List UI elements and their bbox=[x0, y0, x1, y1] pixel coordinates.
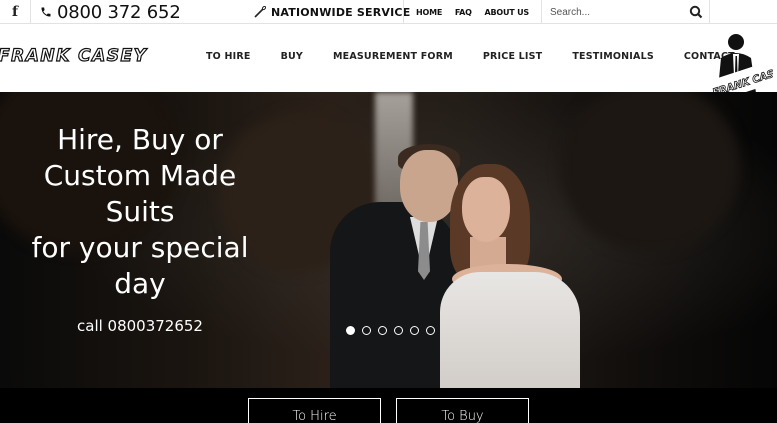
hero-title-line: day bbox=[114, 267, 166, 300]
nationwide-service: NATIONWIDE SERVICE bbox=[254, 0, 410, 24]
hero-call-text[interactable]: call 0800372652 bbox=[20, 317, 260, 335]
search-icon[interactable] bbox=[689, 5, 703, 19]
hero-title-line: Custom Made bbox=[43, 159, 237, 192]
nav-price-list[interactable]: PRICE LIST bbox=[483, 51, 543, 62]
hero-title-line: Suits bbox=[105, 195, 175, 228]
facebook-link[interactable]: f bbox=[0, 0, 31, 24]
slider-dot[interactable] bbox=[362, 326, 371, 335]
nationwide-label: NATIONWIDE SERVICE bbox=[271, 5, 411, 19]
hero-title-line: for your special bbox=[31, 231, 249, 264]
bride-dress bbox=[440, 272, 580, 388]
bride-face bbox=[462, 177, 510, 242]
nav-home-link[interactable]: HOME bbox=[416, 8, 442, 17]
slider-dot[interactable] bbox=[410, 326, 419, 335]
phone-contact[interactable]: 0800 372 652 bbox=[40, 0, 181, 24]
cta-row: To Hire To Buy bbox=[0, 388, 777, 423]
phone-icon bbox=[41, 7, 51, 17]
nav-measurement-form[interactable]: MEASUREMENT FORM bbox=[333, 51, 453, 62]
hero-title: Hire, Buy or Custom Made Suits for your … bbox=[20, 122, 260, 302]
slider-dot[interactable] bbox=[426, 326, 435, 335]
background-foliage bbox=[560, 92, 740, 252]
main-header: FRANK CASEY TO HIRE BUY MEASUREMENT FORM… bbox=[0, 24, 777, 104]
to-hire-button[interactable]: To Hire bbox=[248, 398, 381, 423]
utility-nav: HOME FAQ ABOUT US bbox=[403, 0, 542, 24]
main-nav: TO HIRE BUY MEASUREMENT FORM PRICE LIST … bbox=[206, 51, 735, 62]
search-input[interactable] bbox=[543, 1, 683, 23]
hero-title-line: Hire, Buy or bbox=[57, 123, 223, 156]
needle-icon bbox=[254, 6, 266, 18]
top-bar: f 0800 372 652 NATIONWIDE SERVICE HOME F… bbox=[0, 0, 777, 24]
slider-dot[interactable] bbox=[394, 326, 403, 335]
nav-to-hire[interactable]: TO HIRE bbox=[206, 51, 251, 62]
nav-buy[interactable]: BUY bbox=[281, 51, 303, 62]
slider-dot[interactable] bbox=[378, 326, 387, 335]
to-buy-button[interactable]: To Buy bbox=[396, 398, 529, 423]
slider-dots bbox=[346, 326, 435, 335]
brand-wordmark[interactable]: FRANK CASEY bbox=[0, 45, 147, 66]
nav-about-link[interactable]: ABOUT US bbox=[484, 8, 529, 17]
nav-faq-link[interactable]: FAQ bbox=[455, 8, 472, 17]
hero-slider: Hire, Buy or Custom Made Suits for your … bbox=[0, 92, 777, 388]
phone-number: 0800 372 652 bbox=[57, 1, 181, 23]
slider-dot[interactable] bbox=[346, 326, 355, 335]
facebook-icon: f bbox=[11, 4, 19, 20]
nav-testimonials[interactable]: TESTIMONIALS bbox=[572, 51, 654, 62]
search-box bbox=[543, 0, 710, 24]
